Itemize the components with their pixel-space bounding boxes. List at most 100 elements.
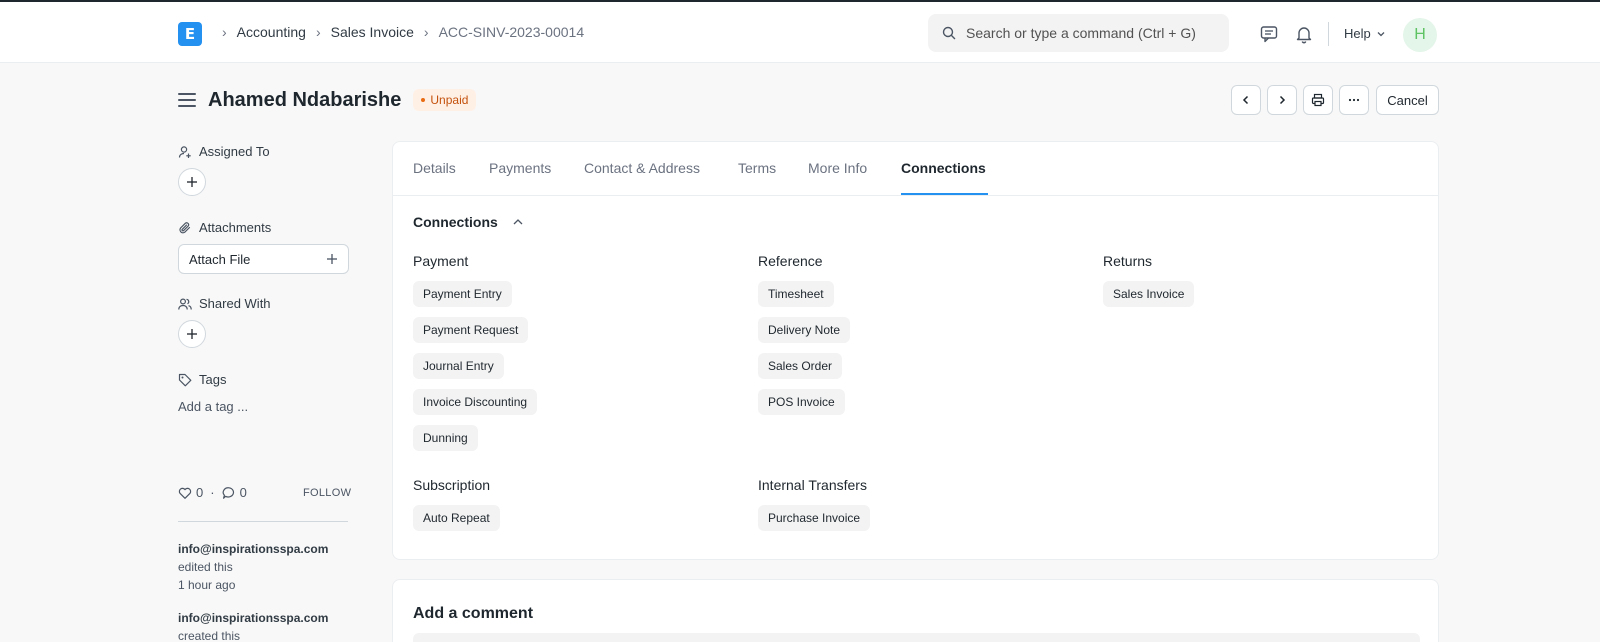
paperclip-icon [179,221,191,233]
status-badge: Unpaid [413,89,477,111]
tag-icon [178,373,192,386]
help-dropdown[interactable]: Help [1344,26,1386,41]
link-payment-entry[interactable]: Payment Entry [413,281,512,307]
link-pos-invoice[interactable]: POS Invoice [758,389,845,415]
activity-item: info@inspirationsspa.com created this [178,611,328,642]
link-delivery-note[interactable]: Delivery Note [758,317,851,343]
group-title-reference: Reference [758,253,823,269]
tab-payments[interactable]: Payments [489,160,551,176]
activity-action: edited this [178,560,233,574]
activity-action: created this [178,629,241,642]
link-auto-repeat[interactable]: Auto Repeat [413,505,500,531]
active-tab-indicator [901,193,988,195]
form-tabs: Details Payments Contact & Address Terms… [393,142,1438,196]
attach-file-label: Attach File [189,251,251,267]
chevron-up-icon [513,219,523,225]
link-invoice-discounting[interactable]: Invoice Discounting [413,389,538,415]
chevron-right-icon [1279,95,1286,105]
plus-icon [327,254,337,264]
tags-text: Tags [199,372,227,387]
app-logo[interactable]: E [178,22,202,46]
activity-user[interactable]: info@inspirationsspa.com [178,611,328,625]
breadcrumb: › Accounting › Sales Invoice › ACC-SINV-… [212,24,584,40]
tab-terms[interactable]: Terms [738,160,776,176]
more-actions-button[interactable] [1339,85,1369,115]
breadcrumb-sales-invoice[interactable]: Sales Invoice [331,24,414,40]
group-title-payment: Payment [413,253,469,269]
bell-icon[interactable] [1294,24,1314,44]
tab-contact-address[interactable]: Contact & Address [584,160,700,176]
help-label: Help [1344,26,1371,41]
tags-label: Tags [178,372,226,387]
plus-icon [187,177,197,187]
next-doc-button[interactable] [1267,85,1297,115]
assigned-to-label: Assigned To [178,144,270,159]
connections-section-title: Connections [413,214,498,230]
menu-icon[interactable] [178,93,196,107]
link-purchase-invoice[interactable]: Purchase Invoice [758,505,871,531]
like-count: 0 [196,485,204,500]
breadcrumb-document[interactable]: ACC-SINV-2023-00014 [439,24,585,40]
separator-dot: · [210,485,215,500]
activity-user[interactable]: info@inspirationsspa.com [178,542,328,556]
add-assignment-button[interactable] [178,168,206,196]
page-header: Ahamed Ndabarishe Unpaid [178,84,477,116]
activity-time: 1 hour ago [178,578,236,592]
status-label: Unpaid [430,93,469,107]
follow-button[interactable]: FOLLOW [303,487,351,499]
comment-icon[interactable] [222,486,236,500]
add-tag-link[interactable]: Add a tag ... [178,399,248,414]
avatar[interactable]: H [1403,18,1437,52]
connections-section-header[interactable]: Connections [413,214,524,230]
search-icon [942,26,956,40]
shared-with-label: Shared With [178,296,271,311]
heart-icon[interactable] [178,486,192,500]
link-timesheet[interactable]: Timesheet [758,281,834,307]
link-payment-request[interactable]: Payment Request [413,317,529,343]
print-button[interactable] [1303,85,1333,115]
tab-details[interactable]: Details [413,160,456,176]
likes-comments: 0 · 0 [178,485,247,500]
link-sales-order[interactable]: Sales Order [758,353,843,379]
plus-icon [187,329,197,339]
chevron-down-icon [1377,31,1385,36]
user-add-icon [178,145,191,158]
search-input[interactable]: Search or type a command (Ctrl + G) [928,14,1229,52]
chevron-right-icon: › [423,24,429,40]
link-sales-invoice[interactable]: Sales Invoice [1103,281,1195,307]
cancel-button[interactable]: Cancel [1376,85,1439,115]
chevron-right-icon: › [315,24,321,40]
assigned-to-text: Assigned To [199,144,270,159]
tab-connections[interactable]: Connections [901,160,986,176]
page-title: Ahamed Ndabarishe [208,88,402,111]
previous-doc-button[interactable] [1231,85,1261,115]
sidebar-divider [178,521,348,522]
comment-title: Add a comment [413,605,534,622]
more-horizontal-icon [1348,98,1360,102]
status-dot [421,98,426,102]
breadcrumb-accounting[interactable]: Accounting [237,24,306,40]
printer-icon [1311,93,1325,107]
activity-item: info@inspirationsspa.com edited this 1 h… [178,542,328,592]
comment-section: Add a comment [392,579,1439,642]
tab-more-info[interactable]: More Info [808,160,867,176]
attach-file-button[interactable]: Attach File [178,244,349,274]
link-journal-entry[interactable]: Journal Entry [413,353,504,379]
shared-with-text: Shared With [199,296,271,311]
link-dunning[interactable]: Dunning [413,425,478,451]
group-title-internal-transfers: Internal Transfers [758,477,867,493]
group-title-returns: Returns [1103,253,1153,269]
form-card: Details Payments Contact & Address Terms… [392,141,1439,560]
navbar-divider [1328,22,1329,46]
navbar: E › Accounting › Sales Invoice › ACC-SIN… [0,2,1600,63]
chevron-right-icon: › [222,24,227,40]
search-placeholder: Search or type a command (Ctrl + G) [966,25,1196,41]
chevron-left-icon [1242,95,1249,105]
comment-input[interactable] [413,633,1420,642]
users-icon [178,297,192,310]
add-share-button[interactable] [178,320,206,348]
attachments-label: Attachments [178,220,271,235]
attachments-text: Attachments [199,220,272,235]
chat-icon[interactable] [1259,24,1279,44]
comment-count: 0 [239,485,247,500]
